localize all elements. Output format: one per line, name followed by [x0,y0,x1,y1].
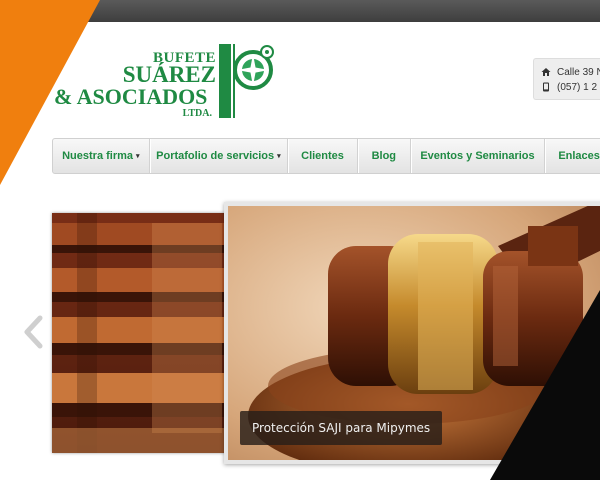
logo-line-asociados: & ASOCIADOS [54,84,208,109]
phone-icon [543,82,549,92]
nav-item-nuestra-firma[interactable]: Nuestra firma ▾ [53,139,150,173]
contact-box: Calle 39 N (057) 1 2 [533,58,600,100]
contact-address-row: Calle 39 N [541,65,600,79]
courtroom-benches-image [52,213,242,453]
main-navigation: Nuestra firma ▾ Portafolio de servicios … [52,138,600,174]
nav-item-blog[interactable]: Blog [358,139,411,173]
nav-item-label: Clientes [301,150,344,162]
dropdown-caret-icon: ▾ [136,153,140,160]
contact-phone-text: (057) 1 2 [557,81,598,93]
logo-line-ltda: LTDA. [182,108,212,119]
black-corner-decoration [490,290,600,480]
nav-item-eventos[interactable]: Eventos y Seminarios [411,139,546,173]
nav-item-label: Enlaces [558,150,600,162]
contact-phone-row: (057) 1 2 [541,80,597,94]
compass-emblem-icon [219,44,274,118]
nav-item-label: Nuestra firma [62,150,134,162]
nav-item-label: Portafolio de servicios [156,150,275,162]
nav-item-enlaces[interactable]: Enlaces [545,139,600,173]
slide-image-courtroom[interactable] [52,213,242,453]
chevron-left-icon[interactable] [22,315,46,349]
home-icon [541,68,551,76]
slide-caption: Protección SAJI para Mipymes [240,411,443,445]
nav-item-label: Blog [371,150,397,162]
nav-item-label: Eventos y Seminarios [420,150,535,162]
dropdown-caret-icon: ▾ [277,153,281,160]
site-logo[interactable]: BUFETE SUÁREZ & ASOCIADOS LTDA. [52,40,284,125]
nav-item-clientes[interactable]: Clientes [288,139,358,173]
contact-address-text: Calle 39 N [557,66,600,78]
nav-item-portafolio[interactable]: Portafolio de servicios ▾ [150,139,289,173]
